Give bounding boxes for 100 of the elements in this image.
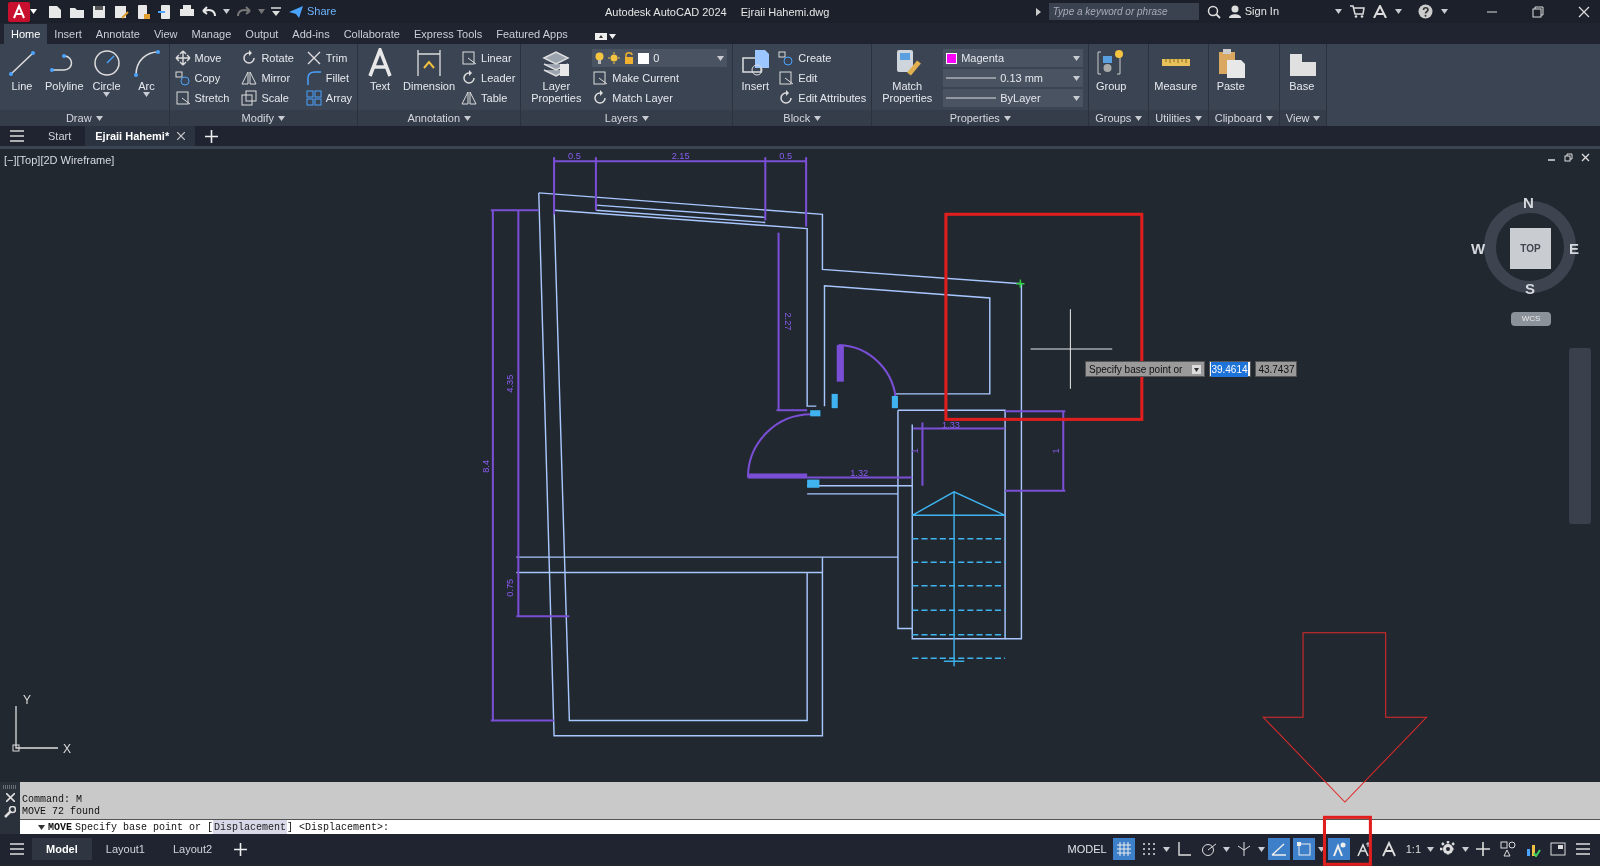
close-icon[interactable] (5, 793, 15, 802)
ribbon-tool-button[interactable]: Edit (778, 69, 867, 87)
ribbon-tab[interactable]: Annotate (88, 24, 147, 44)
dropdown-icon[interactable] (1192, 364, 1202, 374)
status-toggle-button[interactable] (1292, 838, 1315, 860)
upload-icon[interactable] (157, 3, 173, 20)
panel-title[interactable]: Modify (169, 110, 358, 126)
ribbon-tool-button[interactable]: Paste (1213, 48, 1248, 92)
ribbon-tool-button[interactable]: Stretch (174, 89, 230, 107)
dropdown[interactable]: 0 (592, 49, 728, 67)
status-toggle-button[interactable] (1327, 838, 1350, 860)
ribbon-tab[interactable]: Manage (184, 24, 239, 44)
ribbon-tab[interactable]: Home (4, 24, 48, 44)
app-logo-icon[interactable] (8, 1, 30, 22)
ribbon-tool-button[interactable]: Fillet (305, 69, 353, 87)
viewcube-face[interactable]: TOP (1510, 228, 1551, 269)
ribbon-tab[interactable]: Collaborate (336, 24, 407, 44)
expand-arrow-icon[interactable] (1035, 7, 1041, 16)
dropdown[interactable]: Magenta (943, 49, 1084, 67)
ribbon-tool-button[interactable]: Line (5, 48, 39, 92)
menu-icon[interactable] (10, 843, 24, 855)
close-icon[interactable] (1578, 5, 1590, 18)
search-icon[interactable] (1206, 4, 1221, 19)
ribbon-tool-button[interactable]: Make Current (592, 69, 728, 87)
ribbon-tool-button[interactable]: Scale (241, 89, 294, 107)
ribbon-tool-button[interactable]: Trim (305, 49, 353, 67)
panel-title[interactable]: Block (733, 110, 872, 126)
ribbon-tool-button[interactable]: Measure (1154, 48, 1198, 92)
ribbon-tab[interactable]: View (146, 24, 185, 44)
ribbon-tool-button[interactable]: Edit Attributes (778, 89, 867, 107)
ribbon-tool-button[interactable]: Rotate (241, 49, 294, 67)
restore-icon[interactable] (1564, 153, 1573, 162)
command-option-link[interactable]: Displacement (213, 819, 288, 835)
plus-icon[interactable] (234, 842, 248, 856)
ribbon-tool-button[interactable]: Insert (738, 48, 773, 92)
phone-icon[interactable] (135, 3, 151, 20)
model-space-button[interactable]: MODEL (1064, 840, 1110, 858)
panel-title[interactable]: View (1279, 110, 1327, 126)
save-as-icon[interactable] (113, 3, 129, 20)
ribbon-tab[interactable]: Add-ins (285, 24, 337, 44)
file-tab[interactable]: Start (38, 126, 82, 146)
layout-tab[interactable]: Layout1 (91, 838, 159, 860)
restore-icon[interactable] (1532, 5, 1544, 18)
wrench-icon[interactable] (4, 806, 16, 818)
triangle-a-icon[interactable] (1373, 5, 1387, 18)
ribbon-tab[interactable]: Output (238, 24, 286, 44)
ribbon-tool-button[interactable]: Text (363, 48, 398, 92)
cart-icon[interactable] (1350, 5, 1365, 18)
ribbon-tab[interactable]: Featured Apps (489, 24, 575, 44)
save-icon[interactable] (91, 3, 107, 20)
status-toggle-button[interactable] (1267, 838, 1290, 860)
ribbon-tool-button[interactable]: Group (1094, 48, 1129, 92)
ribbon-tool-button[interactable]: Base (1284, 48, 1319, 92)
search-field[interactable]: Type a keyword or phrase (1048, 3, 1199, 20)
ribbon-tool-button[interactable]: Arc (129, 48, 164, 97)
ribbon-tool-button[interactable]: Layer Properties (526, 48, 587, 104)
menu-icon[interactable] (10, 130, 24, 142)
help-icon[interactable] (1418, 4, 1433, 19)
new-file-icon[interactable] (47, 3, 63, 20)
layout-tab[interactable]: Model (32, 838, 92, 860)
viewport-label[interactable]: [−][Top][2D Wireframe] (4, 152, 115, 169)
ribbon-tool-button[interactable]: Match Properties (877, 48, 938, 104)
ribbon-tool-button[interactable]: Linear (461, 49, 516, 67)
ribbon-tool-button[interactable]: Create (778, 49, 867, 67)
close-icon[interactable] (1581, 153, 1590, 162)
ribbon-tool-button[interactable]: Dimension (403, 48, 456, 92)
ribbon-tool-button[interactable]: Mirror (241, 69, 294, 87)
panel-title[interactable]: Utilities (1149, 110, 1208, 126)
panel-title[interactable]: Groups (1089, 110, 1149, 126)
annotation-scale-button[interactable]: 1:1 (1402, 838, 1424, 860)
status-toggle-button[interactable] (1497, 838, 1519, 860)
panel-title[interactable]: Layers (521, 110, 733, 126)
dropdown[interactable]: 0.13 mm (943, 69, 1084, 87)
panel-title[interactable]: Properties (872, 110, 1089, 126)
coordinate-field[interactable]: 43.7437 (1255, 361, 1298, 377)
layout-tab[interactable]: Layout2 (158, 838, 227, 860)
ribbon-tab[interactable]: Insert (47, 24, 89, 44)
customize-menu-icon[interactable] (271, 6, 281, 17)
grip-icon[interactable] (3, 785, 17, 789)
sign-in-button[interactable]: Sign In (1228, 3, 1279, 20)
dropdown[interactable]: ByLayer (943, 89, 1084, 107)
plus-icon[interactable] (205, 129, 219, 143)
ribbon-tool-button[interactable]: Polyline (45, 48, 84, 92)
status-toggle-button[interactable] (1112, 838, 1135, 860)
panel-title[interactable]: Draw (0, 110, 169, 126)
panel-toggle-button[interactable] (594, 33, 616, 40)
share-button[interactable]: Share (289, 3, 337, 20)
ribbon-tool-button[interactable]: Move (174, 49, 230, 67)
ribbon-tool-button[interactable]: Match Layer (592, 89, 728, 107)
compass-label: S (1525, 279, 1535, 299)
ribbon-tool-button[interactable]: Circle (89, 48, 124, 97)
ribbon-tool-button[interactable]: Table (461, 89, 516, 107)
panel-title[interactable]: Clipboard (1208, 110, 1279, 126)
ribbon-tool-button[interactable]: Copy (174, 69, 230, 87)
coordinate-field[interactable]: 39.4614 (1209, 361, 1252, 377)
ribbon-tool-button[interactable]: Leader (461, 69, 516, 87)
panel-title[interactable]: Annotation (358, 110, 521, 126)
ribbon-tool-button[interactable]: Array (305, 89, 353, 107)
ribbon-tab[interactable]: Express Tools (406, 24, 490, 44)
file-tab[interactable]: Ejraii Hahemi* (85, 126, 196, 146)
